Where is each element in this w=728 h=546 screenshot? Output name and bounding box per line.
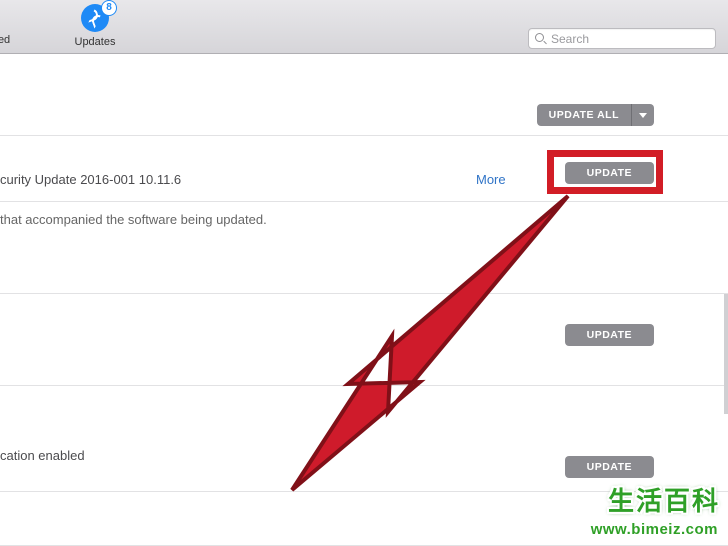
- watermark-char: 活: [636, 481, 662, 518]
- toolbar-item-purchased[interactable]: ised: [0, 4, 40, 46]
- update-button[interactable]: UPDATE: [565, 162, 654, 184]
- update-button[interactable]: UPDATE: [565, 456, 654, 478]
- update-all-dropdown[interactable]: [632, 104, 654, 126]
- toolbar-item-updates[interactable]: 8 Updates: [60, 4, 130, 48]
- watermark-logo: 生 活 百 科: [608, 481, 718, 518]
- update-all-button[interactable]: UPDATE ALL: [537, 104, 632, 126]
- update-description: cation enabled: [0, 448, 85, 463]
- content-area: UPDATE ALL curity Update 2016-001 10.11.…: [0, 54, 728, 546]
- search-icon: [535, 33, 547, 45]
- update-description: that accompanied the software being upda…: [0, 212, 267, 227]
- list-item: UPDATE: [0, 294, 728, 386]
- list-item: curity Update 2016-001 10.11.6 More UPDA…: [0, 136, 728, 202]
- search-input[interactable]: [551, 32, 709, 46]
- watermark-char: 生: [608, 481, 634, 518]
- list-item: cation enabled UPDATE: [0, 386, 728, 492]
- watermark-url: www.bimeiz.com: [591, 521, 718, 538]
- chevron-down-icon: [639, 113, 647, 118]
- update-button[interactable]: UPDATE: [565, 324, 654, 346]
- scrollbar[interactable]: [724, 294, 728, 414]
- updates-badge: 8: [101, 0, 117, 16]
- update-title: curity Update 2016-001 10.11.6: [0, 172, 181, 187]
- list-item: that accompanied the software being upda…: [0, 202, 728, 294]
- update-all-row: UPDATE ALL: [0, 54, 728, 136]
- search-field[interactable]: [528, 28, 716, 49]
- toolbar: ised 8 Updates: [0, 0, 728, 54]
- toolbar-label-updates: Updates: [60, 36, 130, 48]
- watermark-char: 科: [692, 481, 718, 518]
- updates-icon: 8: [81, 4, 109, 32]
- more-link[interactable]: More: [476, 172, 506, 187]
- toolbar-label-purchased: ised: [0, 34, 40, 46]
- watermark-char: 百: [664, 481, 690, 518]
